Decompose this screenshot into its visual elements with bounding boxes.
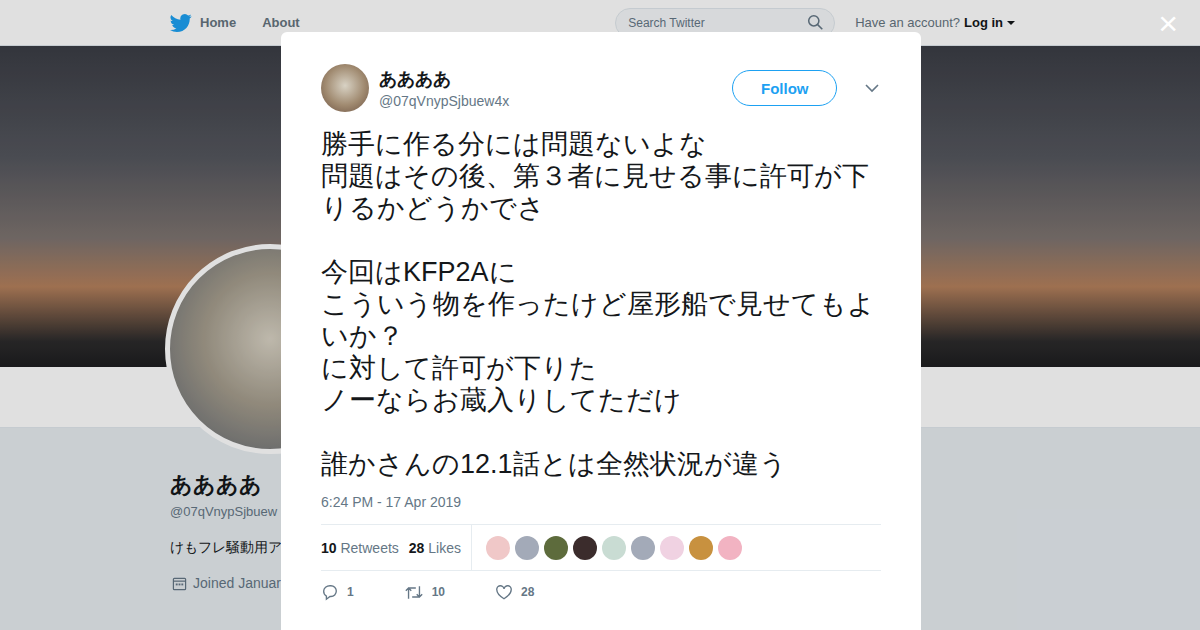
tweet-actions: 1 10 28 <box>321 571 881 601</box>
heart-icon <box>495 584 513 601</box>
reply-icon <box>321 583 339 601</box>
page: HomeAboutSearch TwitterHave an account?L… <box>0 0 1200 630</box>
chevron-down-icon[interactable] <box>865 83 879 93</box>
modal-overlay[interactable]: × ああああ @07qVnypSjbuew4x Follow 勝手に作る分には問題ないよ… <box>0 0 1200 630</box>
reply-button[interactable]: 1 <box>321 583 354 601</box>
liker-avatar[interactable] <box>660 536 684 560</box>
retweet-button[interactable]: 10 <box>404 583 445 601</box>
tweet-timestamp[interactable]: 6:24 PM - 17 Apr 2019 <box>321 494 881 510</box>
liker-avatar[interactable] <box>573 536 597 560</box>
liker-avatar[interactable] <box>631 536 655 560</box>
tweet-text: 勝手に作る分には問題ないよな 問題はその後、第３者に見せる事に許可が下りるかどう… <box>321 128 881 480</box>
author-avatar[interactable] <box>321 64 369 112</box>
liker-avatar[interactable] <box>718 536 742 560</box>
author-name[interactable]: ああああ <box>379 67 722 91</box>
liker-avatar[interactable] <box>515 536 539 560</box>
follow-button[interactable]: Follow <box>732 70 837 106</box>
like-count[interactable]: 28 Likes <box>409 540 461 556</box>
liker-avatar[interactable] <box>602 536 626 560</box>
like-button[interactable]: 28 <box>495 583 534 601</box>
liker-avatar[interactable] <box>486 536 510 560</box>
tweet-modal: ああああ @07qVnypSjbuew4x Follow 勝手に作る分には問題ないよな… <box>281 32 921 630</box>
tweet-stats: 10 Retweets 28 Likes <box>321 524 881 571</box>
author-handle[interactable]: @07qVnypSjbuew4x <box>379 93 722 109</box>
liker-avatar[interactable] <box>689 536 713 560</box>
retweet-count[interactable]: 10 Retweets <box>321 540 399 556</box>
close-button[interactable]: × <box>1158 6 1178 40</box>
retweet-icon <box>404 584 424 601</box>
liker-avatar[interactable] <box>544 536 568 560</box>
